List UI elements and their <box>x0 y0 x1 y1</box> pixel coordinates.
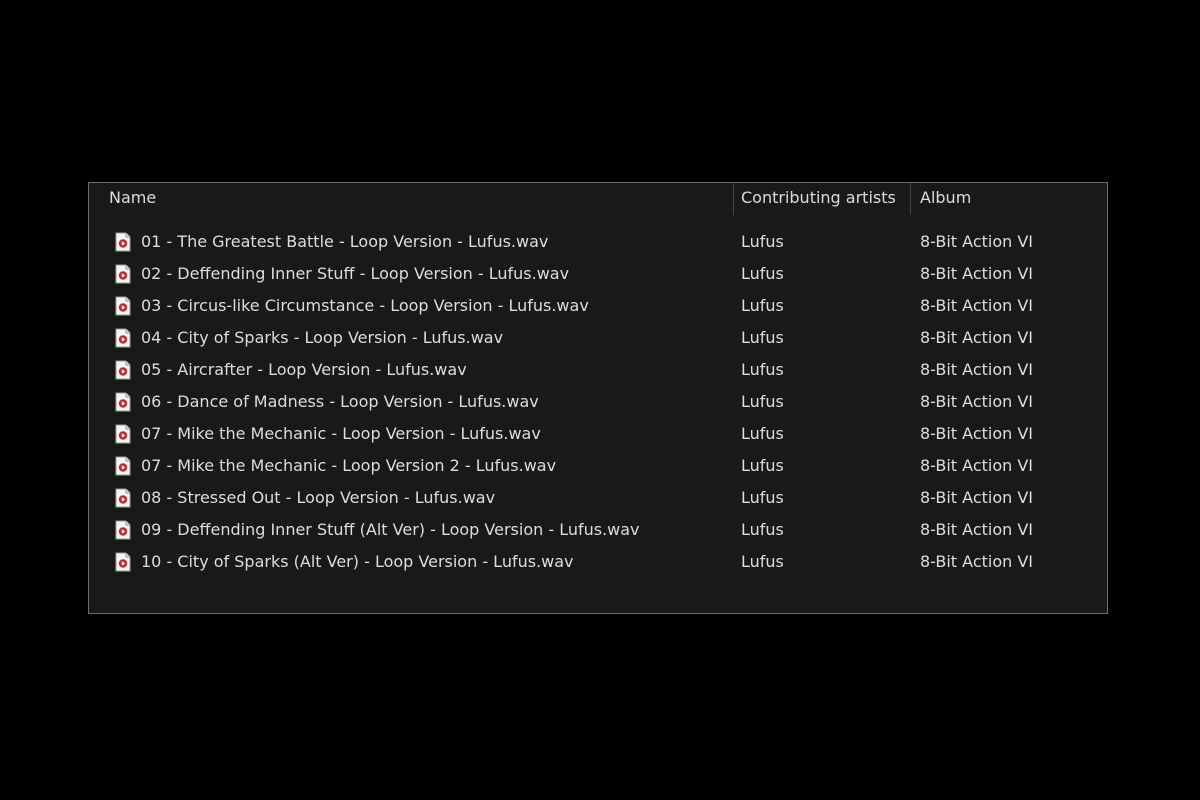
file-row[interactable]: 05 - Aircrafter - Loop Version - Lufus.w… <box>89 354 1107 386</box>
file-album: 8-Bit Action VI <box>920 328 1034 347</box>
file-contributing-artist: Lufus <box>741 552 784 571</box>
file-list: 01 - The Greatest Battle - Loop Version … <box>89 226 1107 578</box>
column-header-contributing-artists[interactable]: Contributing artists <box>741 183 896 217</box>
file-row[interactable]: 02 - Deffending Inner Stuff - Loop Versi… <box>89 258 1107 290</box>
file-row[interactable]: 09 - Deffending Inner Stuff (Alt Ver) - … <box>89 514 1107 546</box>
column-divider[interactable] <box>733 183 734 215</box>
file-row[interactable]: 07 - Mike the Mechanic - Loop Version - … <box>89 418 1107 450</box>
file-contributing-artist: Lufus <box>741 232 784 251</box>
audio-file-icon <box>115 520 131 540</box>
file-album: 8-Bit Action VI <box>920 360 1034 379</box>
audio-file-icon <box>115 328 131 348</box>
file-row[interactable]: 08 - Stressed Out - Loop Version - Lufus… <box>89 482 1107 514</box>
file-contributing-artist: Lufus <box>741 264 784 283</box>
file-album: 8-Bit Action VI <box>920 456 1034 475</box>
file-contributing-artist: Lufus <box>741 520 784 539</box>
file-contributing-artist: Lufus <box>741 424 784 443</box>
file-album: 8-Bit Action VI <box>920 392 1034 411</box>
file-contributing-artist: Lufus <box>741 392 784 411</box>
file-album: 8-Bit Action VI <box>920 520 1034 539</box>
file-row[interactable]: 06 - Dance of Madness - Loop Version - L… <box>89 386 1107 418</box>
file-name: 05 - Aircrafter - Loop Version - Lufus.w… <box>141 360 467 379</box>
file-row[interactable]: 01 - The Greatest Battle - Loop Version … <box>89 226 1107 258</box>
file-row[interactable]: 07 - Mike the Mechanic - Loop Version 2 … <box>89 450 1107 482</box>
file-album: 8-Bit Action VI <box>920 296 1034 315</box>
file-name: 09 - Deffending Inner Stuff (Alt Ver) - … <box>141 520 640 539</box>
audio-file-icon <box>115 296 131 316</box>
column-divider[interactable] <box>910 183 911 215</box>
audio-file-icon <box>115 392 131 412</box>
file-row[interactable]: 10 - City of Sparks (Alt Ver) - Loop Ver… <box>89 546 1107 578</box>
file-name: 07 - Mike the Mechanic - Loop Version - … <box>141 424 541 443</box>
file-name: 02 - Deffending Inner Stuff - Loop Versi… <box>141 264 570 283</box>
audio-file-icon <box>115 232 131 252</box>
file-contributing-artist: Lufus <box>741 456 784 475</box>
column-header-album[interactable]: Album <box>920 183 971 217</box>
file-row[interactable]: 03 - Circus-like Circumstance - Loop Ver… <box>89 290 1107 322</box>
file-album: 8-Bit Action VI <box>920 552 1034 571</box>
audio-file-icon <box>115 264 131 284</box>
file-album: 8-Bit Action VI <box>920 232 1034 251</box>
file-contributing-artist: Lufus <box>741 360 784 379</box>
file-contributing-artist: Lufus <box>741 296 784 315</box>
file-name: 04 - City of Sparks - Loop Version - Luf… <box>141 328 504 347</box>
file-name: 01 - The Greatest Battle - Loop Version … <box>141 232 549 251</box>
audio-file-icon <box>115 360 131 380</box>
file-name: 06 - Dance of Madness - Loop Version - L… <box>141 392 539 411</box>
file-name: 10 - City of Sparks (Alt Ver) - Loop Ver… <box>141 552 574 571</box>
file-name: 08 - Stressed Out - Loop Version - Lufus… <box>141 488 496 507</box>
audio-file-icon <box>115 488 131 508</box>
file-name: 03 - Circus-like Circumstance - Loop Ver… <box>141 296 589 315</box>
file-contributing-artist: Lufus <box>741 488 784 507</box>
file-album: 8-Bit Action VI <box>920 488 1034 507</box>
audio-file-icon <box>115 424 131 444</box>
column-header-name[interactable]: Name <box>109 183 156 217</box>
column-header-bar: Name Contributing artists Album <box>89 183 1107 217</box>
audio-file-icon <box>115 552 131 572</box>
audio-file-icon <box>115 456 131 476</box>
file-album: 8-Bit Action VI <box>920 424 1034 443</box>
file-list-panel: Name Contributing artists Album 01 - The… <box>88 182 1108 614</box>
file-name: 07 - Mike the Mechanic - Loop Version 2 … <box>141 456 557 475</box>
file-album: 8-Bit Action VI <box>920 264 1034 283</box>
file-contributing-artist: Lufus <box>741 328 784 347</box>
file-row[interactable]: 04 - City of Sparks - Loop Version - Luf… <box>89 322 1107 354</box>
